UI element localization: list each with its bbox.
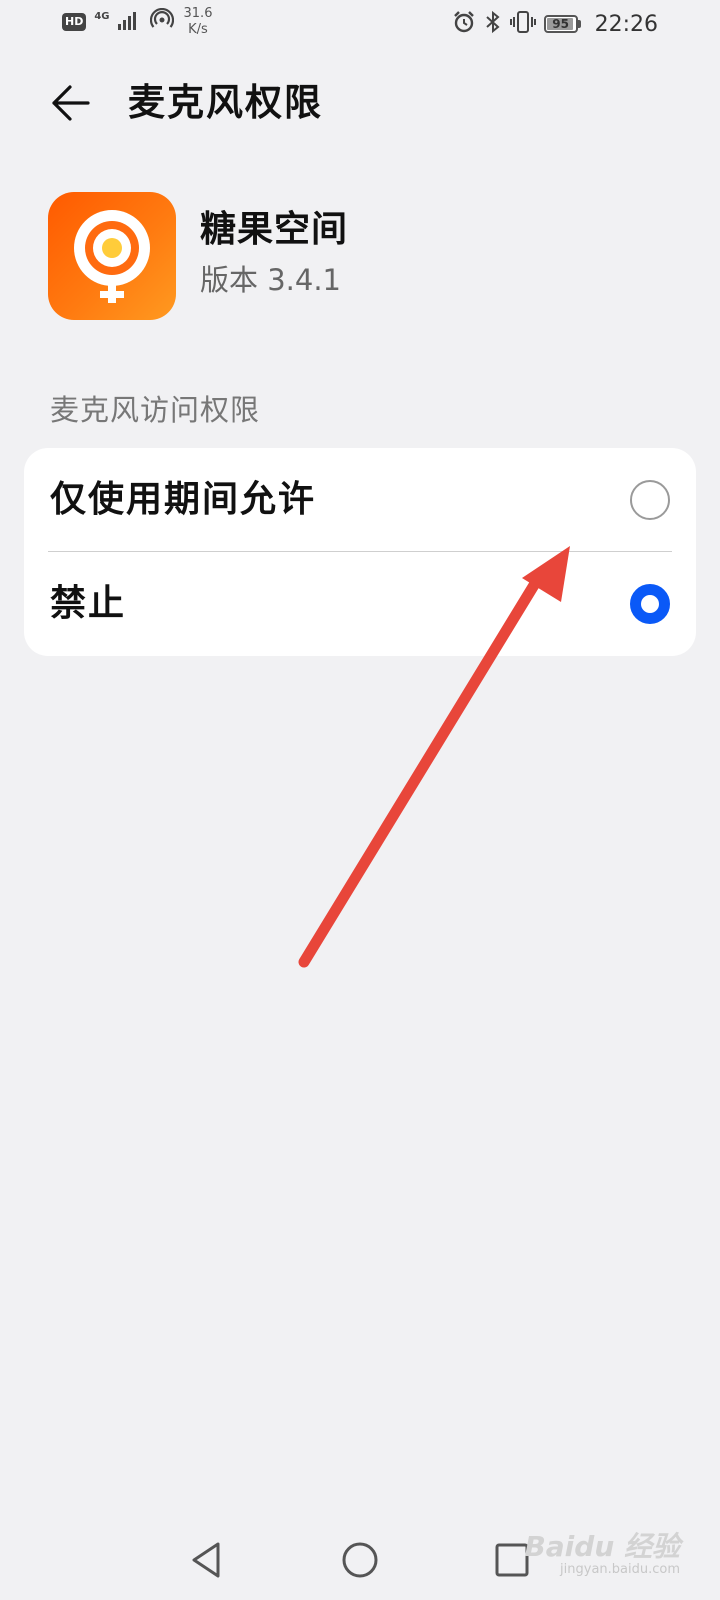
option-allow-while-using[interactable]: 仅使用期间允许	[24, 448, 696, 552]
battery-level: 95	[552, 17, 569, 31]
target-female-icon	[74, 210, 150, 303]
network-type: 4G	[94, 11, 110, 22]
circle-home-icon	[342, 1542, 378, 1578]
option-label: 禁止	[50, 583, 127, 624]
hotspot-icon	[149, 7, 174, 36]
hd-badge: HD	[62, 13, 87, 31]
app-info: 糖果空间 版本 3.4.1	[48, 192, 688, 320]
vibrate-icon	[509, 10, 536, 38]
bluetooth-icon	[484, 10, 502, 38]
section-label: 麦克风访问权限	[50, 393, 261, 427]
nav-recents-button[interactable]	[482, 1530, 542, 1590]
alarm-icon	[452, 10, 476, 38]
signal-icon	[117, 10, 142, 34]
radio-button-selected[interactable]	[630, 584, 670, 624]
navigation-bar	[0, 1520, 720, 1600]
app-icon	[48, 192, 176, 320]
speed-value: 31.6	[183, 6, 213, 21]
speed-unit: K/s	[188, 22, 208, 37]
clock: 22:26	[594, 11, 658, 37]
radio-button-unselected[interactable]	[630, 480, 670, 520]
status-left: HD 4G 31.6 K/s	[62, 6, 212, 38]
square-recents-icon	[495, 1543, 529, 1577]
app-name: 糖果空间	[200, 209, 349, 250]
status-right: 95 22:26	[452, 10, 658, 38]
status-bar: HD 4G 31.6 K/s 95 22:26	[0, 0, 720, 48]
option-label: 仅使用期间允许	[50, 479, 317, 520]
battery-indicator: 95	[543, 15, 581, 33]
nav-home-button[interactable]	[330, 1530, 390, 1590]
network-speed: 31.6 K/s	[184, 6, 213, 38]
option-deny[interactable]: 禁止	[24, 552, 696, 656]
back-arrow-icon	[52, 85, 90, 121]
triangle-back-icon	[192, 1542, 220, 1578]
permission-options: 仅使用期间允许 禁止	[24, 448, 696, 656]
page-title: 麦克风权限	[128, 81, 323, 124]
back-button[interactable]	[40, 78, 100, 128]
app-version: 版本 3.4.1	[200, 263, 342, 297]
header: 麦克风权限	[0, 68, 720, 140]
nav-back-button[interactable]	[178, 1530, 238, 1590]
